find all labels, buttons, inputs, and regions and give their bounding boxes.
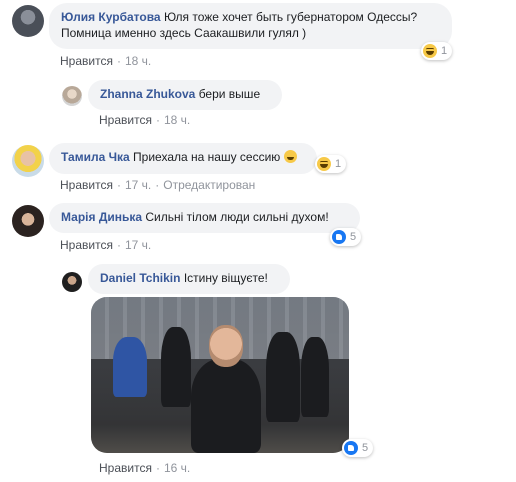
- photo-figure: [301, 337, 329, 417]
- comment-text: Сильні тілом люди сильні духом!: [145, 210, 329, 224]
- like-button[interactable]: Нравится: [99, 461, 152, 475]
- smile-emoji-icon: [283, 150, 297, 163]
- like-button[interactable]: Нравится: [60, 238, 113, 252]
- avatar[interactable]: [12, 5, 44, 37]
- avatar[interactable]: [62, 86, 82, 106]
- comment-actions: Нравится · 16 ч.: [99, 461, 190, 475]
- timestamp[interactable]: 17 ч.: [125, 238, 151, 252]
- reaction-count[interactable]: 5: [330, 228, 362, 246]
- comment-text: бери выше: [198, 87, 261, 101]
- comment-bubble: Daniel Tchikin Істину віщуєте!: [88, 264, 290, 294]
- avatar[interactable]: [12, 205, 44, 237]
- comment-author[interactable]: Daniel Tchikin: [100, 271, 180, 285]
- reaction-count[interactable]: 1: [315, 155, 347, 173]
- like-button[interactable]: Нравится: [60, 178, 113, 192]
- comment-actions: Нравится · 18 ч.: [60, 54, 151, 68]
- reaction-count[interactable]: 1: [421, 42, 453, 60]
- photo-figure: [113, 337, 147, 397]
- reaction-count-label: 1: [441, 45, 448, 57]
- comment-bubble: Марія Динька Сильні тілом люди сильні ду…: [49, 203, 360, 233]
- separator-dot: ·: [155, 178, 160, 192]
- photo-face: [209, 325, 243, 367]
- timestamp[interactable]: 17 ч.: [125, 178, 151, 192]
- separator-dot: ·: [116, 54, 121, 68]
- like-button[interactable]: Нравится: [60, 54, 113, 68]
- comment-actions: Нравится · 17 ч.: [60, 238, 151, 252]
- separator-dot: ·: [116, 178, 121, 192]
- separator-dot: ·: [116, 238, 121, 252]
- photo-figure: [266, 332, 300, 422]
- comment-author[interactable]: Марія Динька: [61, 210, 142, 224]
- timestamp[interactable]: 18 ч.: [164, 113, 190, 127]
- comment-bubble: Тамила Чка Приехала на нашу сессию: [49, 143, 317, 174]
- comment-author[interactable]: Тамила Чка: [61, 150, 130, 164]
- avatar[interactable]: [12, 145, 44, 177]
- timestamp[interactable]: 18 ч.: [125, 54, 151, 68]
- separator-dot: ·: [155, 113, 160, 127]
- reaction-count[interactable]: 5: [342, 439, 374, 457]
- like-icon: [344, 441, 358, 455]
- separator-dot: ·: [155, 461, 160, 475]
- haha-icon: [317, 157, 331, 171]
- comment-photo[interactable]: [91, 297, 349, 453]
- comment-bubble: Юлия Курбатова Юля тоже хочет быть губер…: [49, 3, 452, 49]
- comment-actions: Нравится · 17 ч. · Отредактирован: [60, 178, 255, 192]
- haha-icon: [423, 44, 437, 58]
- timestamp[interactable]: 16 ч.: [164, 461, 190, 475]
- like-icon: [332, 230, 346, 244]
- comment-author[interactable]: Юлия Курбатова: [61, 10, 161, 24]
- comment-text: Істину віщуєте!: [183, 271, 268, 285]
- comment-author[interactable]: Zhanna Zhukova: [100, 87, 195, 101]
- comment-text: Приехала на нашу сессию: [133, 150, 281, 164]
- photo-figure: [191, 359, 261, 453]
- edited-label[interactable]: Отредактирован: [163, 178, 255, 192]
- reaction-count-label: 5: [350, 231, 357, 243]
- avatar[interactable]: [62, 272, 82, 292]
- reaction-count-label: 5: [362, 442, 369, 454]
- reaction-count-label: 1: [335, 158, 342, 170]
- comment-actions: Нравится · 18 ч.: [99, 113, 190, 127]
- like-button[interactable]: Нравится: [99, 113, 152, 127]
- comment-text: Помница именно здесь Саакашвили гулял ): [61, 26, 307, 40]
- comment-bubble: Zhanna Zhukova бери выше: [88, 80, 282, 110]
- photo-figure: [161, 327, 191, 407]
- comment-text: Юля тоже хочет быть губернатором Одессы?: [163, 10, 418, 24]
